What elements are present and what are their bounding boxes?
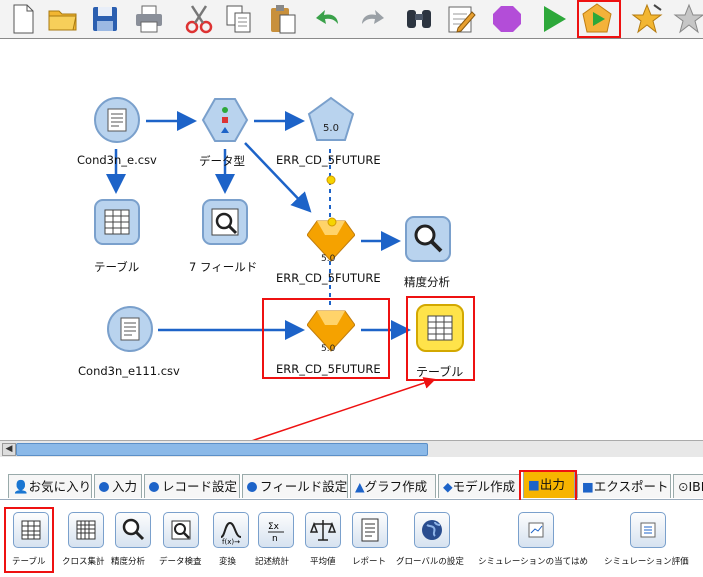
palette-simfit-node[interactable] [518, 512, 554, 548]
tab-field-ops[interactable]: フィールド設定 [242, 474, 348, 498]
cond3n-e111-label: Cond3n_e111.csv [78, 364, 180, 378]
triangle-icon: ▲ [355, 479, 365, 494]
palette-table-highlight [4, 507, 54, 573]
scrollbar-thumb[interactable] [16, 443, 428, 456]
stop-icon[interactable] [490, 2, 524, 36]
paste-icon[interactable] [266, 2, 300, 36]
palette-global-settings-label: グローバルの設定 [396, 557, 464, 567]
palette-statistics-node[interactable]: Σx n [258, 512, 294, 548]
palette-data-audit-node[interactable] [163, 512, 199, 548]
tab-graphs-label: グラフ作成 [364, 479, 428, 494]
diamond-icon: ◆ [443, 479, 453, 494]
cond3n-e-label: Cond3n_e.csv [77, 153, 157, 167]
export-square-icon: ■ [582, 479, 594, 494]
cond3n-e111-source-node[interactable] [106, 305, 154, 353]
tab-favorites[interactable]: 👤お気に入り [8, 474, 92, 498]
palette-global-settings-node[interactable] [414, 512, 450, 548]
tab-record-ops[interactable]: レコード設定 [144, 474, 240, 498]
palette-statistics-label: 記述統計 [255, 557, 290, 567]
palette-report-label: レポート [352, 557, 387, 567]
tab-field-icon [247, 482, 257, 492]
c50-nugget-badge: 5.0 [321, 254, 336, 263]
star-favorite-icon[interactable] [630, 2, 664, 36]
tab-graphs[interactable]: ▲グラフ作成 [350, 474, 436, 498]
palette-simeval-label: シミュレーション評価 [604, 557, 689, 567]
palette-means-label: 平均値 [310, 557, 336, 567]
data-type-label: データ型 [199, 154, 245, 168]
palette-report-node[interactable] [352, 512, 388, 548]
palette-transform-label: 変換 [219, 557, 237, 567]
svg-text:Σx: Σx [268, 522, 280, 532]
tab-export[interactable]: ■エクスポート [577, 474, 671, 498]
nugget-highlight-box [262, 298, 390, 379]
palette-simfit-label: シミュレーションの当てはめ [478, 557, 588, 567]
accuracy-analysis-label: 精度分析 [404, 275, 450, 289]
palette-crosstab-label: クロス集計 [62, 557, 105, 567]
tab-input[interactable]: 入力 [94, 474, 142, 498]
tab-input-label: 入力 [112, 479, 138, 494]
save-icon[interactable] [88, 2, 122, 36]
run-all-icon[interactable] [536, 2, 570, 36]
svg-text:f(x)→: f(x)→ [222, 538, 240, 546]
err-nugget-node[interactable]: 5.0 [306, 215, 356, 264]
undo-icon[interactable] [312, 2, 346, 36]
annotate-icon[interactable] [444, 2, 478, 36]
person-icon: 👤 [13, 479, 29, 494]
tab-export-label: エクスポート [593, 479, 669, 494]
run-selection-highlight [577, 0, 621, 38]
table-output-label: テーブル [94, 260, 140, 274]
output-tab-highlight [519, 470, 577, 504]
accuracy-analysis-node[interactable] [404, 215, 452, 263]
palette-crosstab-node[interactable] [68, 512, 104, 548]
err-model-label: ERR_CD_5FUTURE [276, 153, 381, 167]
palette-simeval-node[interactable] [630, 512, 666, 548]
new-file-icon[interactable] [6, 2, 40, 36]
svg-text:n: n [272, 534, 278, 544]
horizontal-scrollbar[interactable]: ◀ [0, 440, 703, 457]
redo-icon[interactable] [354, 2, 388, 36]
tab-field-label: フィールド設定 [260, 479, 348, 494]
palette-means-node[interactable] [305, 512, 341, 548]
stream-canvas[interactable]: Cond3n_e.csv データ型 5.0 ERR_CD_5FUTURE テーブ… [0, 39, 703, 440]
tab-record-icon [149, 482, 159, 492]
palette-analysis-node[interactable] [115, 512, 151, 548]
palette-analysis-label: 精度分析 [111, 557, 146, 567]
err-nugget-label: ERR_CD_5FUTURE [276, 271, 381, 285]
tab-ibm[interactable]: ⊙IBM [673, 474, 703, 498]
copy-icon[interactable] [222, 2, 256, 36]
tab-favorites-label: お気に入り [28, 479, 92, 494]
tab-record-label: レコード設定 [162, 479, 238, 494]
open-folder-icon[interactable] [46, 2, 80, 36]
scroll-left-icon[interactable]: ◀ [2, 443, 16, 456]
find-binoculars-icon[interactable] [402, 2, 436, 36]
c50-badge: 5.0 [323, 123, 339, 134]
print-icon[interactable] [132, 2, 166, 36]
globe-icon: ⊙ [678, 479, 689, 494]
palette-transform-node[interactable]: f(x)→ [213, 512, 249, 548]
table-node-highlight-box [406, 296, 475, 381]
tab-ibm-label: IBM [688, 479, 703, 494]
cond3n-e-source-node[interactable] [93, 96, 141, 144]
tab-modeling[interactable]: ◆モデル作成 [438, 474, 520, 498]
add-star-icon[interactable] [672, 2, 703, 36]
tab-modeling-label: モデル作成 [452, 479, 516, 494]
table-output-node[interactable] [93, 198, 141, 246]
palette-data-audit-label: データ検査 [159, 557, 202, 567]
palette-tabs: 👤お気に入り 入力 レコード設定 フィールド設定 ▲グラフ作成 ◆モデル作成 ■… [0, 457, 703, 504]
data-audit-node[interactable] [201, 198, 249, 246]
c50-model-node[interactable]: 5.0 [307, 96, 355, 144]
cut-icon[interactable] [182, 2, 216, 36]
data-type-node[interactable] [201, 96, 249, 144]
tab-input-icon [99, 482, 109, 492]
node-palette: テーブル クロス集計 精度分析 データ検査 f(x)→ 変換 Σx n 記述統計 … [0, 500, 703, 577]
seven-fields-label: 7 フィールド [189, 260, 258, 274]
